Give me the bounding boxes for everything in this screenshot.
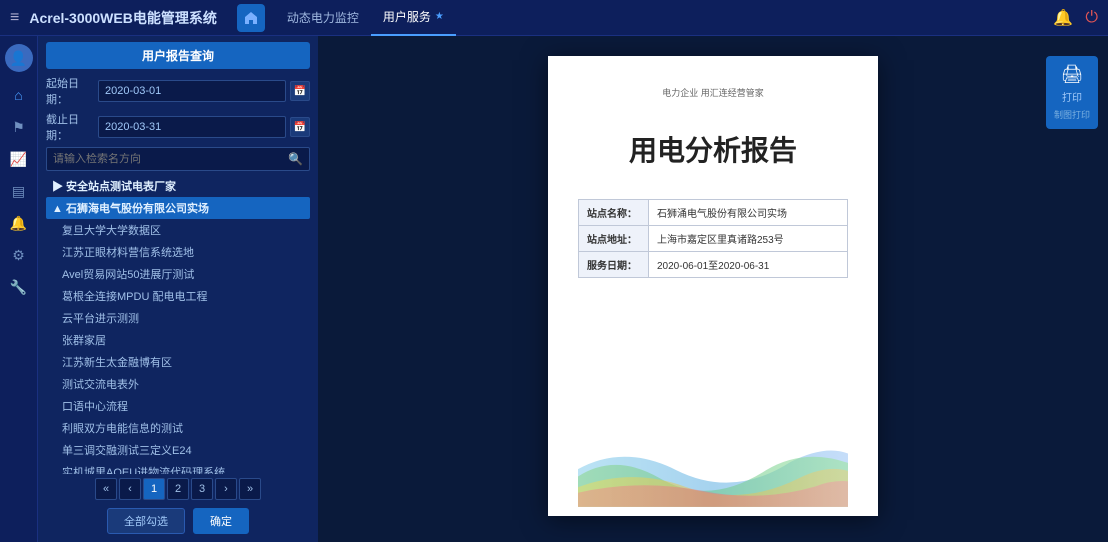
panel-title: 用户报告查询 <box>46 42 310 69</box>
report-document: 电力企业 用汇连经营管家 用电分析报告 站点名称：石狮涌电气股份有限公司实场站点… <box>548 56 878 516</box>
sidebar-home-icon[interactable]: ⌂ <box>6 82 32 108</box>
bottom-buttons: 全部勾选 确定 <box>46 504 310 536</box>
menu-icon[interactable]: ≡ <box>10 9 19 27</box>
sidebar-flag-icon[interactable]: ⚑ <box>6 114 32 140</box>
page-first-btn[interactable]: « <box>95 478 117 500</box>
report-table-label: 站点名称： <box>579 200 649 226</box>
tree-list: ▶ 安全站点测试电表厂家▲ 石狮海电气股份有限公司实场 复旦大学大学数据区 江苏… <box>46 175 310 474</box>
nav-user-service[interactable]: 用户服务 ★ <box>371 0 456 36</box>
sidebar-settings-icon[interactable]: ⚙ <box>6 242 32 268</box>
sidebar-bar-icon[interactable]: ▤ <box>6 178 32 204</box>
sidebar-chart-icon[interactable]: 📈 <box>6 146 32 172</box>
report-table-value: 石狮涌电气股份有限公司实场 <box>649 200 848 226</box>
tree-item[interactable]: 江苏新生太金融博有区 <box>46 351 310 373</box>
app-title: Acrel-3000WEB电能管理系统 <box>29 8 217 28</box>
report-main-title: 用电分析报告 <box>578 129 848 169</box>
left-panel: 用户报告查询 起始日期： 📅 截止日期： 📅 🔍 ▶ 安全站点测试电表厂家▲ 石… <box>38 36 318 542</box>
print-sublabel: 制图打印 <box>1054 108 1090 121</box>
start-date-label: 起始日期： <box>46 75 94 107</box>
start-date-input[interactable] <box>98 80 286 102</box>
tree-item[interactable]: 复旦大学大学数据区 <box>46 219 310 241</box>
main-layout: 👤 ⌂ ⚑ 📈 ▤ 🔔 ⚙ 🔧 用户报告查询 起始日期： 📅 截止日期： 📅 🔍… <box>0 36 1108 542</box>
page-3-btn[interactable]: 3 <box>191 478 213 500</box>
tree-item[interactable]: Avel贸易网站50进展厅测试 <box>46 263 310 285</box>
end-date-row: 截止日期： 📅 <box>46 111 310 143</box>
pagination: « ‹ 1 2 3 › » <box>46 474 310 504</box>
report-table-value: 2020-06-01至2020-06-31 <box>649 252 848 278</box>
tree-item[interactable]: 实机城里AOEU进物流代码理系统 <box>46 461 310 474</box>
start-date-row: 起始日期： 📅 <box>46 75 310 107</box>
page-1-btn[interactable]: 1 <box>143 478 165 500</box>
content-area: 电力企业 用汇连经营管家 用电分析报告 站点名称：石狮涌电气股份有限公司实场站点… <box>318 36 1108 542</box>
tree-item[interactable]: 测试交流电表外 <box>46 373 310 395</box>
search-row: 🔍 <box>46 147 310 171</box>
print-icon: 🖨 <box>1061 64 1084 85</box>
nav-monitor[interactable]: 动态电力监控 <box>275 0 371 36</box>
print-action-card[interactable]: 🖨 打印 制图打印 <box>1046 56 1098 129</box>
search-icon[interactable]: 🔍 <box>288 152 303 166</box>
home-button[interactable] <box>237 4 265 32</box>
page-prev-btn[interactable]: ‹ <box>119 478 141 500</box>
nav-star-icon: ★ <box>435 11 444 22</box>
tree-item[interactable]: 口语中心流程 <box>46 395 310 417</box>
print-label: 打印 <box>1062 89 1082 104</box>
search-input[interactable] <box>53 153 288 165</box>
tree-item[interactable]: ▶ 安全站点测试电表厂家 <box>46 175 310 197</box>
start-date-calendar-icon[interactable]: 📅 <box>290 81 310 101</box>
page-next-btn[interactable]: › <box>215 478 237 500</box>
report-table-value: 上海市嘉定区里真诸路253号 <box>649 226 848 252</box>
page-last-btn[interactable]: » <box>239 478 261 500</box>
topbar-right: 🔔 ⏻ <box>1053 8 1098 28</box>
tree-item[interactable]: 云平台进示测测 <box>46 307 310 329</box>
report-table: 站点名称：石狮涌电气股份有限公司实场站点地址：上海市嘉定区里真诸路253号服务日… <box>578 199 848 278</box>
confirm-button[interactable]: 确定 <box>193 508 249 534</box>
sidebar-tools-icon[interactable]: 🔧 <box>6 274 32 300</box>
tree-item[interactable]: 江苏正眼材料营信系统选地 <box>46 241 310 263</box>
tree-item[interactable]: 张群家居 <box>46 329 310 351</box>
tree-item[interactable]: 葛根全连接MPDU 配电电工程 <box>46 285 310 307</box>
top-nav: 动态电力监控 用户服务 ★ <box>275 0 1054 36</box>
tree-item[interactable]: ▲ 石狮海电气股份有限公司实场 <box>46 197 310 219</box>
tree-item[interactable]: 利眼双方电能信息的测试 <box>46 417 310 439</box>
wave-decoration <box>578 416 848 516</box>
sidebar-alert-icon[interactable]: 🔔 <box>6 210 32 236</box>
end-date-label: 截止日期： <box>46 111 94 143</box>
select-all-button[interactable]: 全部勾选 <box>107 508 185 534</box>
report-table-label: 站点地址： <box>579 226 649 252</box>
avatar[interactable]: 👤 <box>5 44 33 72</box>
report-table-label: 服务日期： <box>579 252 649 278</box>
report-header-text: 电力企业 用汇连经营管家 <box>578 86 848 99</box>
power-icon[interactable]: ⏻ <box>1085 9 1098 27</box>
page-2-btn[interactable]: 2 <box>167 478 189 500</box>
bell-icon[interactable]: 🔔 <box>1053 8 1073 28</box>
tree-item[interactable]: 单三调交融测试三定义E24 <box>46 439 310 461</box>
topbar: ≡ Acrel-3000WEB电能管理系统 动态电力监控 用户服务 ★ 🔔 ⏻ <box>0 0 1108 36</box>
end-date-input[interactable] <box>98 116 286 138</box>
end-date-calendar-icon[interactable]: 📅 <box>290 117 310 137</box>
icon-sidebar: 👤 ⌂ ⚑ 📈 ▤ 🔔 ⚙ 🔧 <box>0 36 38 542</box>
